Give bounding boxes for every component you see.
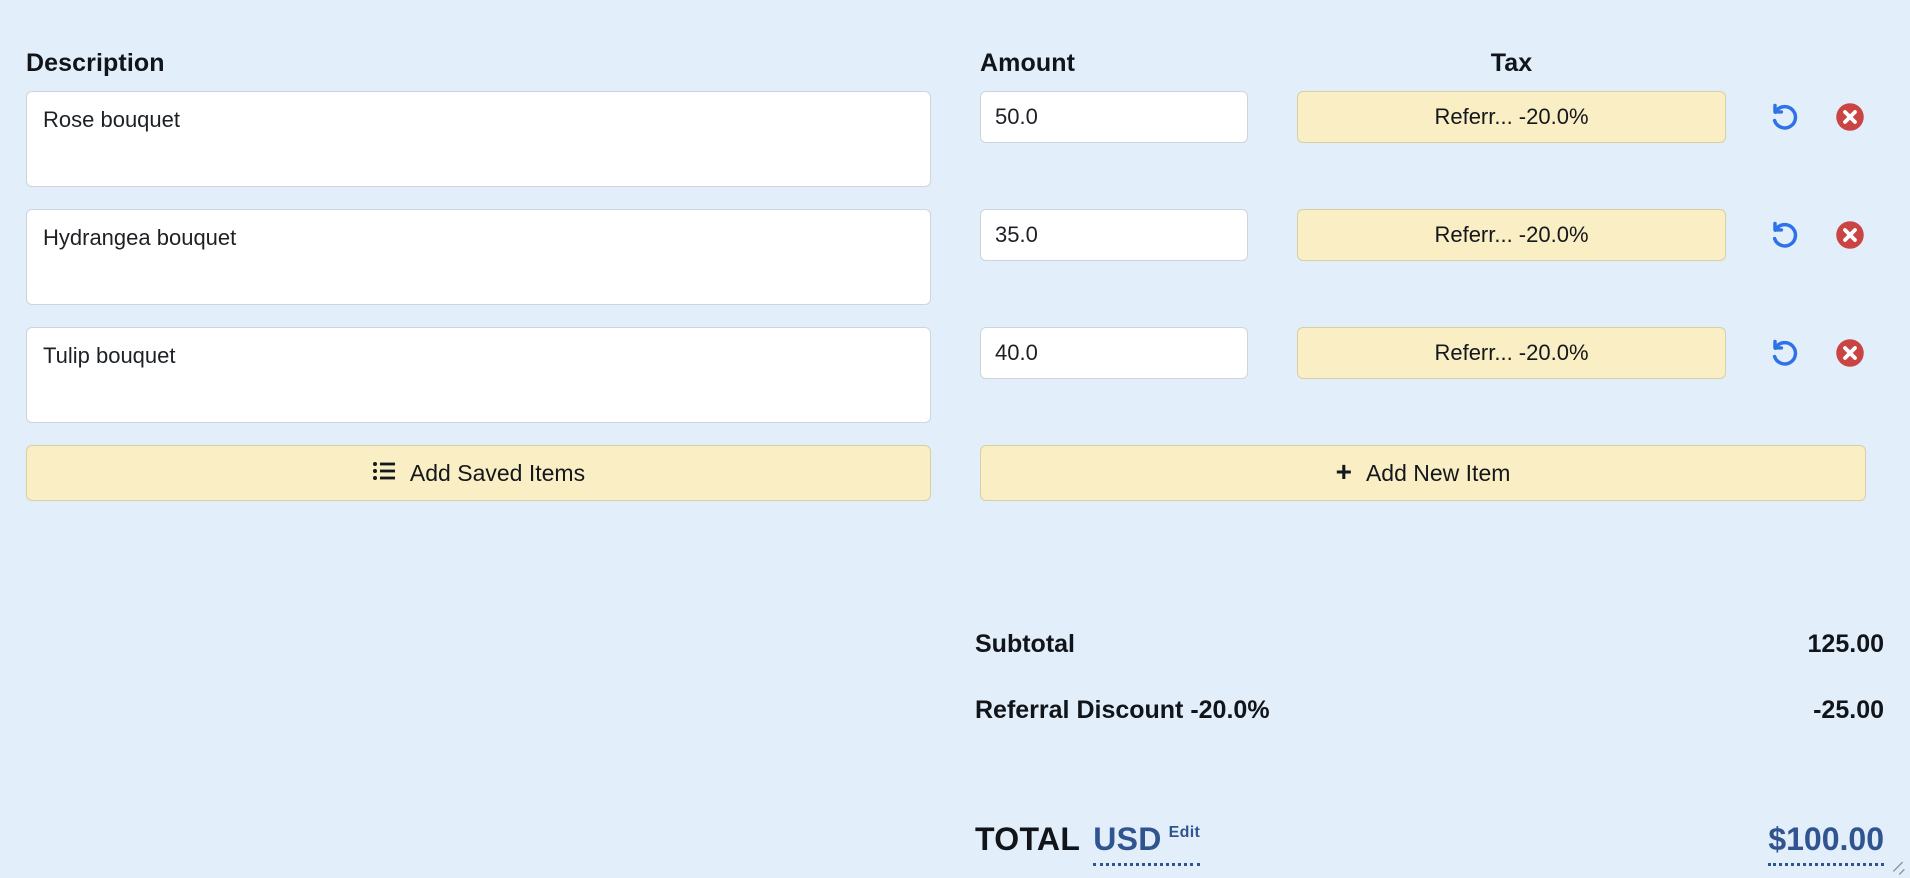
undo-icon[interactable] (1768, 100, 1801, 134)
grand-total-row: TOTAL USD Edit $100.00 (975, 796, 1884, 866)
amount-input[interactable]: 40.0 (980, 327, 1248, 379)
undo-icon[interactable] (1768, 218, 1801, 252)
delete-circle-icon[interactable] (1833, 336, 1866, 370)
resize-handle-icon[interactable] (1891, 860, 1907, 876)
tax-cell: Referr... -20.0% (1297, 327, 1726, 379)
description-input[interactable]: Hydrangea bouquet (26, 209, 931, 305)
line-item-row: Rose bouquet 50.0 Referr... -20.0% (0, 91, 1910, 187)
list-icon (372, 460, 396, 487)
description-input[interactable]: Rose bouquet (26, 91, 931, 187)
discount-value: -25.00 (1813, 696, 1884, 724)
edit-label: Edit (1168, 824, 1201, 841)
plus-icon: + (1335, 456, 1352, 487)
add-buttons-row: Add Saved Items + Add New Item (0, 445, 1910, 501)
delete-circle-icon[interactable] (1833, 100, 1866, 134)
header-tax: Tax (1490, 49, 1533, 77)
undo-icon[interactable] (1768, 336, 1801, 370)
description-cell: Rose bouquet (26, 91, 931, 187)
header-description: Description (26, 49, 165, 77)
add-saved-items-label: Add Saved Items (409, 459, 586, 486)
totals-section: Subtotal 125.00 Referral Discount -20.0%… (975, 630, 1884, 866)
tax-button[interactable]: Referr... -20.0% (1297, 327, 1726, 379)
currency-edit-link[interactable]: USD Edit (1093, 821, 1201, 866)
amount-input[interactable]: 50.0 (980, 91, 1248, 143)
tax-cell: Referr... -20.0% (1297, 209, 1726, 261)
subtotal-value: 125.00 (1807, 630, 1884, 658)
row-actions (1726, 91, 1866, 143)
subtotal-row: Subtotal 125.00 (975, 630, 1884, 696)
tax-button[interactable]: Referr... -20.0% (1297, 91, 1726, 143)
row-actions (1726, 327, 1866, 379)
tax-button[interactable]: Referr... -20.0% (1297, 209, 1726, 261)
add-new-item-label: Add New Item (1365, 459, 1511, 486)
amount-cell: 40.0 (980, 327, 1248, 379)
grand-total-value[interactable]: $100.00 (1768, 821, 1884, 866)
row-actions (1726, 209, 1866, 261)
description-input[interactable]: Tulip bouquet (26, 327, 931, 423)
grand-total-left: TOTAL USD Edit (975, 821, 1201, 866)
line-item-row: Hydrangea bouquet 35.0 Referr... -20.0% (0, 209, 1910, 305)
description-cell: Tulip bouquet (26, 327, 931, 423)
amount-cell: 35.0 (980, 209, 1248, 261)
add-saved-cell: Add Saved Items (26, 445, 931, 501)
total-label: TOTAL (975, 821, 1081, 857)
invoice-items-panel: Description Amount Tax Rose bouquet 50.0… (0, 0, 1910, 878)
add-new-item-button[interactable]: + Add New Item (980, 445, 1866, 501)
currency-code: USD (1093, 821, 1162, 857)
line-item-row: Tulip bouquet 40.0 Referr... -20.0% (0, 327, 1910, 423)
resize-handle-icon[interactable] (1891, 860, 1907, 876)
column-headers: Description Amount Tax (0, 0, 1910, 91)
add-new-cell: + Add New Item (980, 445, 1866, 501)
tax-cell: Referr... -20.0% (1297, 91, 1726, 143)
subtotal-label: Subtotal (975, 630, 1075, 658)
amount-input[interactable]: 35.0 (980, 209, 1248, 261)
resize-handle-icon[interactable] (1891, 860, 1907, 876)
add-saved-items-button[interactable]: Add Saved Items (26, 445, 931, 501)
header-amount: Amount (980, 49, 1076, 77)
delete-circle-icon[interactable] (1833, 218, 1866, 252)
discount-row: Referral Discount -20.0% -25.00 (975, 696, 1884, 762)
description-cell: Hydrangea bouquet (26, 209, 931, 305)
amount-cell: 50.0 (980, 91, 1248, 143)
discount-label: Referral Discount -20.0% (975, 696, 1270, 724)
